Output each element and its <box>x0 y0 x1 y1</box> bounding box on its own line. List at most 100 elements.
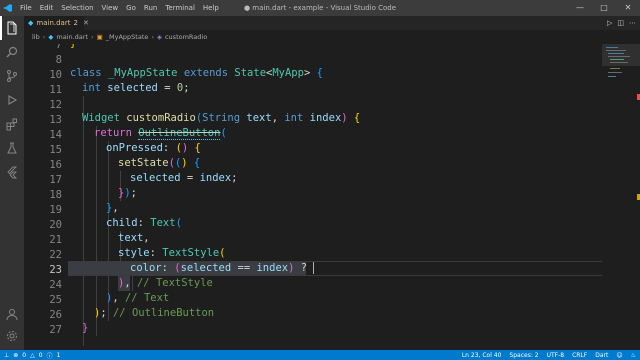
notifications-bell-icon[interactable]: ♨ <box>631 352 636 359</box>
tab-close-icon[interactable]: ✕ <box>83 19 89 27</box>
menu-help[interactable]: Help <box>199 0 223 16</box>
vscode-logo-icon <box>0 0 16 16</box>
text-cursor <box>313 262 315 274</box>
run-icon[interactable]: ▷ <box>607 19 612 27</box>
code-line[interactable]: int selected = 0; <box>82 81 190 96</box>
language-mode[interactable]: Dart <box>595 352 608 359</box>
line-number: 18 <box>49 189 62 201</box>
menu-edit[interactable]: Edit <box>36 0 58 16</box>
error-icon[interactable]: ⊗ <box>13 352 18 359</box>
close-icon[interactable]: ✕ <box>616 0 640 16</box>
line-number: 15 <box>49 144 62 156</box>
maximize-icon[interactable]: □ <box>592 0 616 16</box>
line-number: 8 <box>55 54 62 66</box>
line-number: 27 <box>49 324 62 336</box>
line-number: 12 <box>49 99 62 111</box>
line-number: 19 <box>49 204 62 216</box>
breadcrumb-method[interactable]: customRadio <box>165 33 207 41</box>
line-number: 17 <box>49 174 62 186</box>
feedback-icon[interactable]: ☺ <box>616 352 622 359</box>
warning-count[interactable]: 0 <box>39 352 43 359</box>
menu-terminal[interactable]: Terminal <box>161 0 199 16</box>
code-line[interactable]: class _MyAppState extends State<MyApp> { <box>70 66 323 81</box>
code-line[interactable]: selected = index; <box>130 171 238 186</box>
line-number-current: 23 <box>49 264 62 276</box>
code-line[interactable]: ); // OutlineButton <box>94 306 214 321</box>
dart-file-icon: ◆ <box>48 33 54 41</box>
flutter-icon[interactable] <box>4 164 20 180</box>
menu-selection[interactable]: Selection <box>57 0 97 16</box>
code-line[interactable]: Widget customRadio(String text, int inde… <box>82 111 360 126</box>
menu-bar: File Edit Selection View Go Run Terminal… <box>16 0 223 16</box>
minimap-line <box>610 68 620 69</box>
code-line[interactable]: setState(() { <box>118 156 200 171</box>
search-icon[interactable] <box>4 44 20 60</box>
editor-actions: ▷ ◫ ⋯ <box>607 16 636 30</box>
code-editor[interactable]: 7 8 10 11 12 13 14 15 16 17 18 19 20 21 … <box>24 44 602 350</box>
line-number: 14 <box>49 129 62 141</box>
breadcrumb-class[interactable]: _MyAppState <box>106 33 149 41</box>
indent-guide <box>83 96 84 346</box>
chevron-right-icon: › <box>42 33 46 41</box>
split-editor-icon[interactable]: ◫ <box>617 19 624 27</box>
remote-icon[interactable]: ⊥ <box>4 352 9 359</box>
code-line[interactable]: onPressed: () { <box>106 141 201 156</box>
more-actions-icon[interactable]: ⋯ <box>629 19 636 27</box>
minimap[interactable] <box>602 44 640 350</box>
code-line[interactable]: }, <box>106 201 119 216</box>
code-line[interactable]: child: Text( <box>106 216 182 231</box>
activity-bar <box>0 16 24 350</box>
minimap-line <box>608 72 622 73</box>
code-line[interactable]: ), // Text <box>106 291 169 306</box>
method-icon: ◈ <box>156 33 162 41</box>
line-number: 20 <box>49 219 62 231</box>
run-debug-icon[interactable] <box>4 92 20 108</box>
breadcrumb-lib[interactable]: lib <box>32 33 40 41</box>
chevron-right-icon: › <box>91 33 94 41</box>
testing-icon[interactable] <box>4 140 20 156</box>
cursor-position[interactable]: Ln 23, Col 40 <box>462 352 502 359</box>
error-count[interactable]: 0 <box>22 352 26 359</box>
line-ending[interactable]: CRLF <box>572 352 587 359</box>
tab-main-dart[interactable]: ◆ main.dart 2 ✕ <box>24 16 89 30</box>
extensions-icon[interactable] <box>4 116 20 132</box>
breadcrumb-file[interactable]: main.dart <box>56 33 88 41</box>
line-number: 11 <box>49 84 62 96</box>
code-line[interactable]: } <box>82 321 88 336</box>
status-bar: ⊥ ⊗ 0 △ 0 ⓘ 1 Ln 23, Col 40 Spaces: 2 UT… <box>0 350 640 360</box>
settings-gear-icon[interactable] <box>4 328 20 344</box>
menu-run[interactable]: Run <box>140 0 161 16</box>
tab-problem-count: 2 <box>73 19 78 27</box>
indentation[interactable]: Spaces: 2 <box>509 352 538 359</box>
account-icon[interactable] <box>4 306 20 322</box>
warning-icon[interactable]: △ <box>30 352 35 359</box>
tab-label: main.dart <box>36 19 71 27</box>
minimap-line <box>606 50 626 51</box>
line-number: 22 <box>49 249 62 261</box>
line-number: 25 <box>49 294 62 306</box>
line-number: 16 <box>49 159 62 171</box>
line-number: 7 <box>55 44 62 51</box>
source-control-icon[interactable] <box>4 68 20 84</box>
title-bar: File Edit Selection View Go Run Terminal… <box>0 0 640 16</box>
code-line[interactable]: ), // TextStyle <box>118 276 213 291</box>
info-count[interactable]: 1 <box>57 352 61 359</box>
code-line[interactable]: } <box>70 44 76 51</box>
menu-file[interactable]: File <box>16 0 36 16</box>
explorer-icon[interactable] <box>4 20 20 36</box>
minimap-line <box>608 56 630 57</box>
line-number: 26 <box>49 309 62 321</box>
code-line[interactable]: }); <box>118 186 137 201</box>
line-number: 10 <box>49 69 62 81</box>
code-line[interactable]: style: TextStyle( <box>118 246 226 261</box>
minimize-icon[interactable]: — <box>568 0 592 16</box>
code-line-current[interactable]: color: (selected == index) ? <box>130 261 315 276</box>
active-indicator <box>0 16 2 40</box>
menu-go[interactable]: Go <box>122 0 140 16</box>
info-icon[interactable]: ⓘ <box>47 351 53 360</box>
minimap-line <box>610 62 628 63</box>
code-line[interactable]: return OutlineButton( <box>94 126 227 141</box>
encoding[interactable]: UTF-8 <box>547 352 565 359</box>
menu-view[interactable]: View <box>98 0 123 16</box>
code-line[interactable]: text, <box>118 231 150 246</box>
